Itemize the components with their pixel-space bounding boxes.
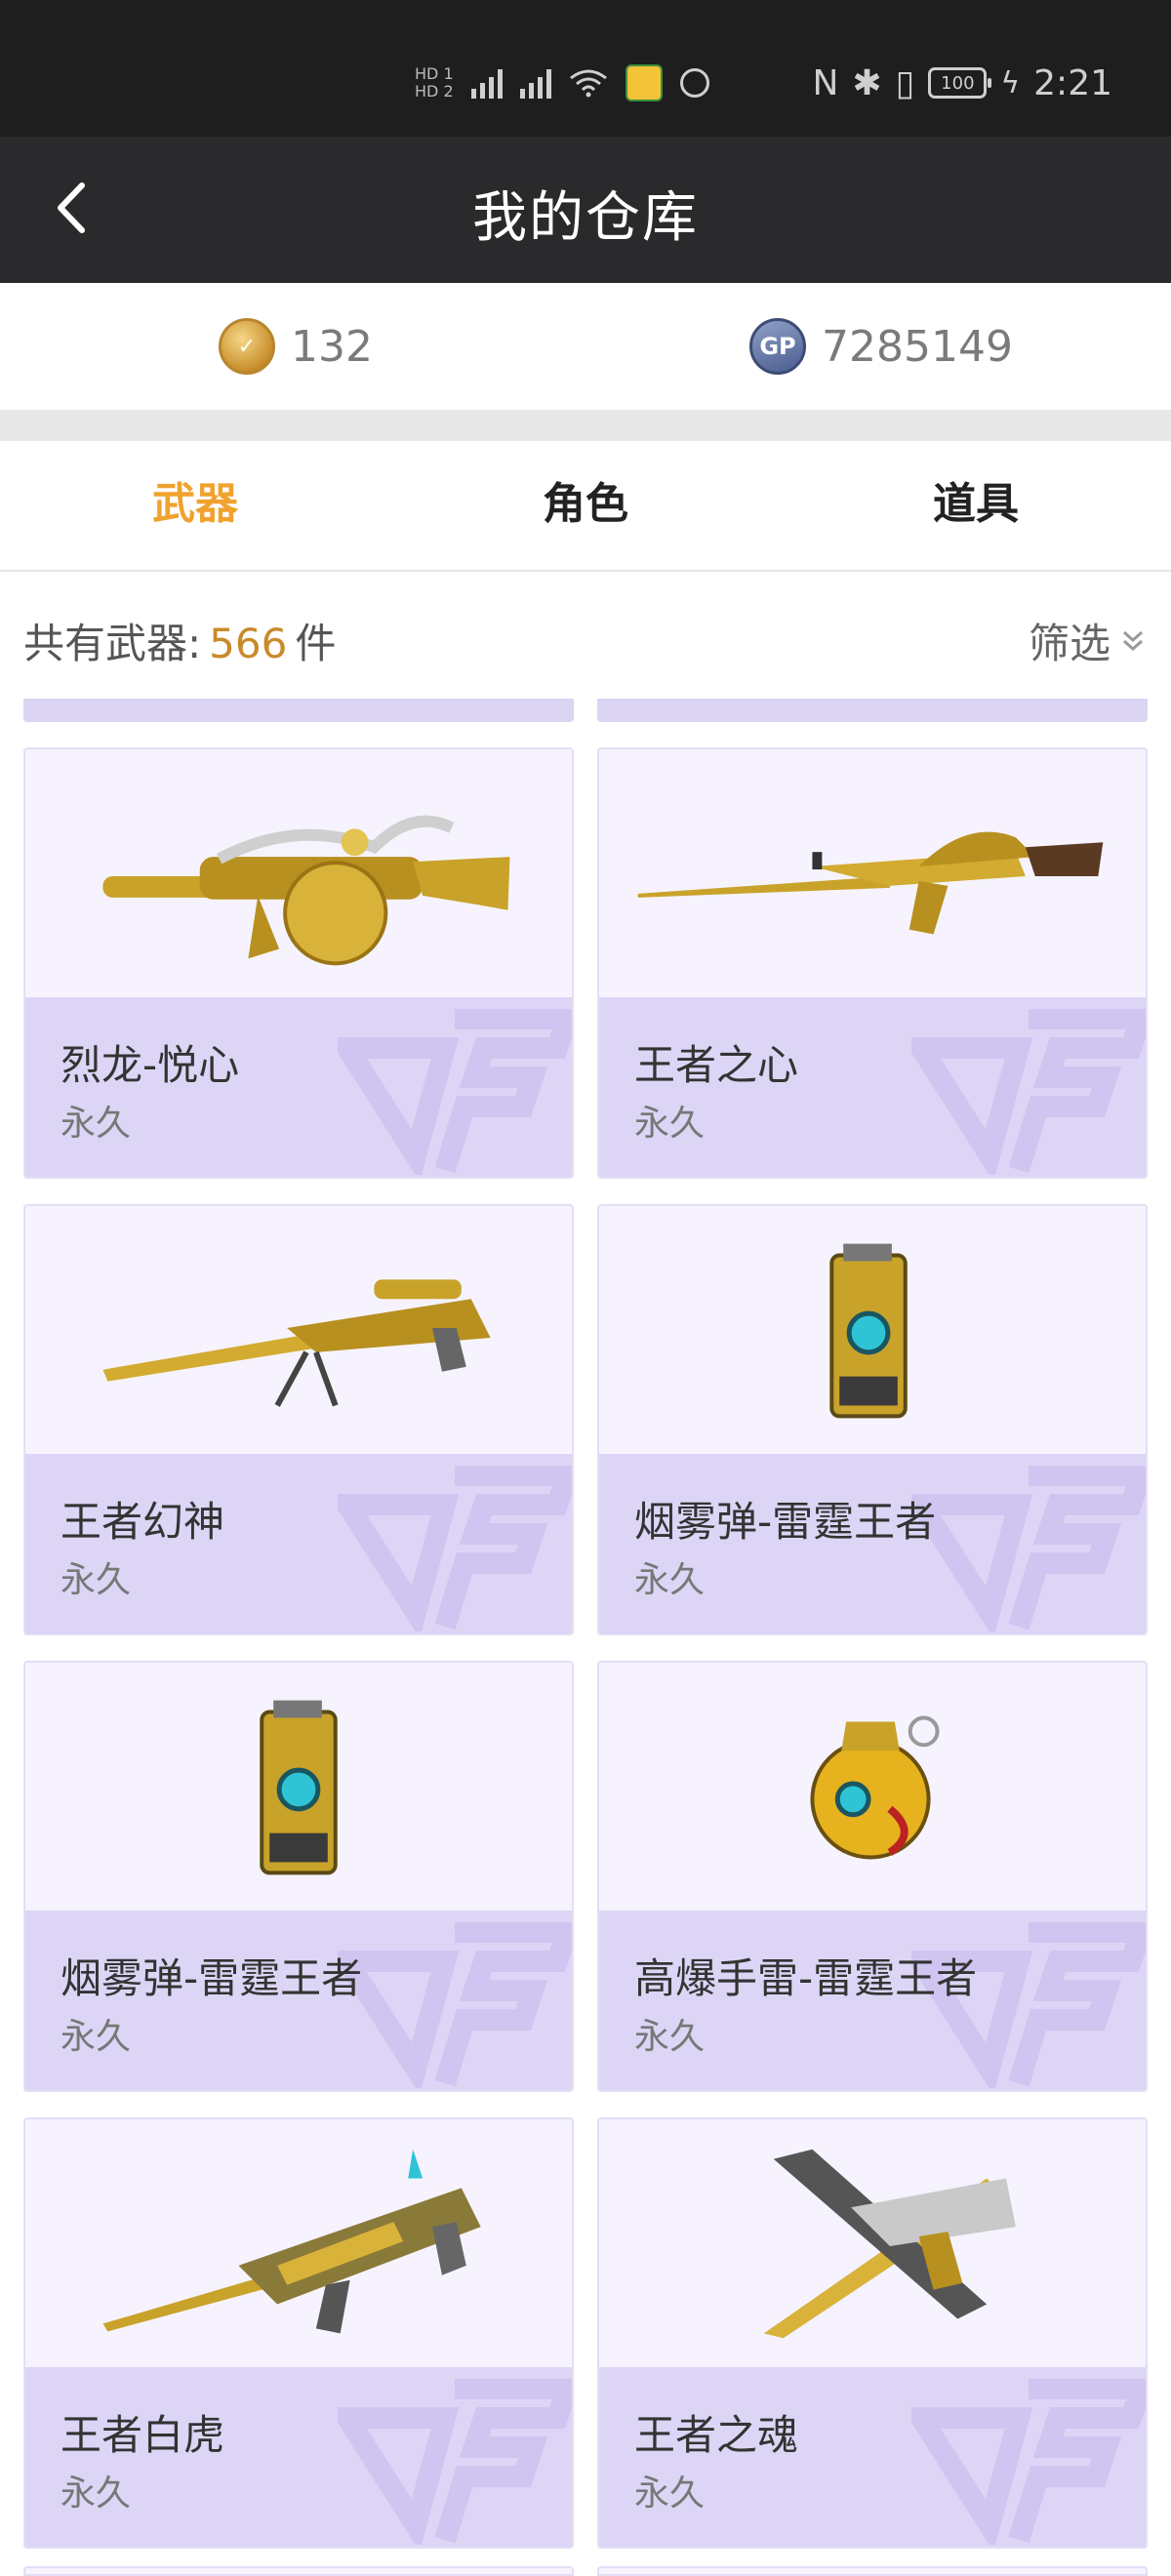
cf-points: ✓ 132 xyxy=(219,316,373,377)
double-chevron-down-icon xyxy=(1123,630,1143,651)
weapon-card[interactable]: 王者幻神 永久 xyxy=(23,1204,574,1635)
frag-grenade-icon xyxy=(599,1663,1146,1911)
battery-level: 100 xyxy=(941,72,975,94)
weapon-name: 王者幻神 xyxy=(61,1498,225,1546)
tab-items[interactable]: 道具 xyxy=(781,441,1171,570)
cf-coin-icon: ✓ xyxy=(219,318,275,375)
clock: 2:21 xyxy=(1033,62,1112,103)
weapon-name: 高爆手雷-雷霆王者 xyxy=(634,1954,978,2002)
hd2-label: HD 2 xyxy=(415,82,454,101)
cf-points-value: 132 xyxy=(291,321,373,372)
nfc-icon: N xyxy=(812,62,839,103)
partial-card xyxy=(23,699,574,722)
card-info: 烟雾弹-雷霆王者 永久 xyxy=(25,1911,572,2090)
weapon-duration: 永久 xyxy=(634,2474,706,2514)
sniper-rifle-icon xyxy=(25,1206,572,1454)
weapon-card[interactable]: 高爆手雷-雷霆王者 永久 xyxy=(597,1661,1148,2092)
weapon-card[interactable]: 烈龙-悦心 永久 xyxy=(23,747,574,1179)
partial-card xyxy=(597,699,1148,722)
filter-label: 筛选 xyxy=(1028,620,1110,667)
signal-2-icon xyxy=(519,67,551,99)
hd1-label: HD 1 xyxy=(415,64,454,83)
smoke-grenade-icon xyxy=(599,1206,1146,1454)
vibrate-icon: ▯ xyxy=(895,62,915,103)
weapon-name: 烟雾弹-雷霆王者 xyxy=(634,1498,937,1546)
category-tabs: 武器 角色 道具 xyxy=(0,441,1171,572)
status-icons: HD 1 HD 2 xyxy=(415,60,709,105)
tiger-rifle-icon xyxy=(25,2119,572,2367)
partial-card xyxy=(23,2566,574,2576)
cf-watermark-icon xyxy=(338,1922,572,2088)
charging-icon: ϟ xyxy=(1000,65,1021,101)
weapon-name: 烈龙-悦心 xyxy=(61,1041,240,1089)
weapon-name: 烟雾弹-雷霆王者 xyxy=(61,1954,363,2002)
summary-row: 共有武器: 566 件 筛选 xyxy=(0,572,1171,699)
gp-points-value: 7285149 xyxy=(822,321,1013,372)
cf-watermark-icon xyxy=(911,1009,1146,1175)
weapon-card[interactable]: 王者白虎 永久 xyxy=(23,2117,574,2549)
weapon-card[interactable]: 王者之魂 永久 xyxy=(597,2117,1148,2549)
card-info: 烈龙-悦心 永久 xyxy=(25,997,572,1177)
weapon-duration: 永久 xyxy=(61,2017,132,2057)
weapon-duration: 永久 xyxy=(61,2474,132,2514)
weapon-grid: 烈龙-悦心 永久 王者之心 永久 王者幻神 永久 烟雾弹-雷霆王者 永久 烟雾弹… xyxy=(0,699,1171,2576)
cf-watermark-icon xyxy=(338,2379,572,2545)
weapon-duration: 永久 xyxy=(634,1104,706,1144)
smoke-grenade-icon xyxy=(25,1663,572,1911)
cf-watermark-icon xyxy=(911,1466,1146,1631)
card-info: 烟雾弹-雷霆王者 永久 xyxy=(599,1454,1146,1633)
page-title: 我的仓库 xyxy=(472,186,699,250)
count-prefix: 共有武器: xyxy=(23,620,202,667)
weapon-card[interactable]: 王者之心 永久 xyxy=(597,747,1148,1179)
bluetooth-icon: ✱ xyxy=(852,62,882,103)
status-bar: HD 1 HD 2 N ✱ ▯ 100 ϟ 2:21 xyxy=(0,0,1171,137)
weapon-name: 王者白虎 xyxy=(61,2411,225,2459)
cf-watermark-icon xyxy=(338,1009,572,1175)
card-info: 高爆手雷-雷霆王者 永久 xyxy=(599,1911,1146,2090)
status-right: N ✱ ▯ 100 ϟ 2:21 xyxy=(812,60,1112,105)
weapon-card[interactable]: 烟雾弹-雷霆王者 永久 xyxy=(23,1661,574,2092)
currency-bar: ✓ 132 GP 7285149 xyxy=(0,283,1171,410)
nav-bar: 我的仓库 xyxy=(0,137,1171,283)
weapon-card[interactable]: 烟雾弹-雷霆王者 永久 xyxy=(597,1204,1148,1635)
tab-characters[interactable]: 角色 xyxy=(390,441,781,570)
gp-coin-label: GP xyxy=(759,333,796,360)
filter-button[interactable]: 筛选 xyxy=(1029,611,1148,670)
card-info: 王者之魂 永久 xyxy=(599,2367,1146,2547)
weapon-duration: 永久 xyxy=(61,1560,132,1600)
weapon-duration: 永久 xyxy=(634,1560,706,1600)
gp-points: GP 7285149 xyxy=(749,316,1013,377)
card-info: 王者幻神 永久 xyxy=(25,1454,572,1633)
weapon-duration: 永久 xyxy=(634,2017,706,2057)
weapon-duration: 永久 xyxy=(61,1104,132,1144)
app-notification-icon xyxy=(625,64,663,101)
weapon-name: 王者之心 xyxy=(634,1041,799,1089)
gp-coin-icon: GP xyxy=(749,318,806,375)
partial-card xyxy=(597,2566,1148,2576)
hd-indicator: HD 1 HD 2 xyxy=(415,65,454,101)
count-number: 566 xyxy=(209,620,288,667)
pistol-knife-icon xyxy=(599,2119,1146,2367)
wifi-icon xyxy=(569,68,608,98)
section-divider xyxy=(0,410,1171,441)
tab-weapons[interactable]: 武器 xyxy=(0,441,390,570)
signal-1-icon xyxy=(470,67,503,99)
weapon-count: 共有武器: 566 件 xyxy=(23,611,336,670)
card-info: 王者之心 永久 xyxy=(599,997,1146,1177)
drum-smg-icon xyxy=(25,749,572,997)
cf-watermark-icon xyxy=(911,2379,1146,2545)
cf-watermark-icon xyxy=(338,1466,572,1631)
count-suffix: 件 xyxy=(295,620,337,667)
battery-icon: 100 xyxy=(928,67,992,99)
weapon-name: 王者之魂 xyxy=(634,2411,799,2459)
assault-rifle-icon xyxy=(599,749,1146,997)
globe-icon xyxy=(679,68,709,98)
card-info: 王者白虎 永久 xyxy=(25,2367,572,2547)
